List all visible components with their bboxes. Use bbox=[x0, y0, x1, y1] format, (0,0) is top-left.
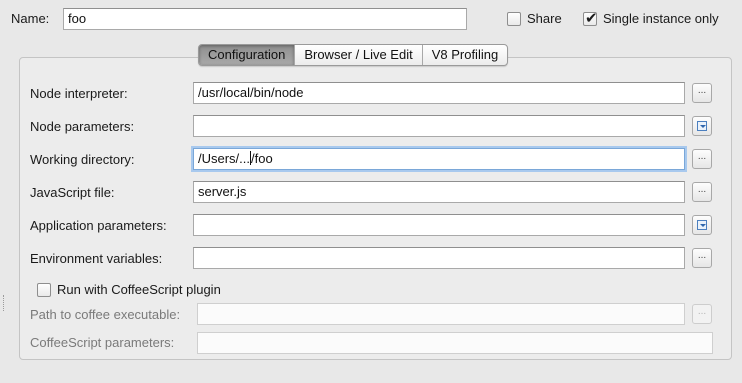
expand-icon bbox=[697, 220, 707, 230]
coffeescript-plugin-label[interactable]: Run with CoffeeScript plugin bbox=[57, 282, 221, 297]
coffee-executable-browse-button[interactable]: ... bbox=[692, 304, 712, 324]
tab-bar: Configuration Browser / Live Edit V8 Pro… bbox=[198, 44, 509, 66]
tab-v8-profiling[interactable]: V8 Profiling bbox=[421, 45, 507, 65]
working-directory-label: Working directory: bbox=[30, 152, 135, 167]
coffee-executable-label: Path to coffee executable: bbox=[30, 307, 181, 322]
node-interpreter-browse-button[interactable]: ... bbox=[692, 83, 712, 103]
application-parameters-input[interactable] bbox=[193, 214, 685, 236]
ellipsis-icon: ... bbox=[697, 85, 707, 96]
share-checkbox[interactable] bbox=[507, 12, 521, 26]
javascript-file-input[interactable]: server.js bbox=[193, 181, 685, 203]
application-parameters-expand-button[interactable] bbox=[692, 215, 712, 235]
working-directory-browse-button[interactable]: ... bbox=[692, 149, 712, 169]
coffeescript-parameters-input[interactable] bbox=[197, 332, 713, 354]
application-parameters-label: Application parameters: bbox=[30, 218, 167, 233]
working-directory-suffix: /foo bbox=[251, 151, 273, 166]
single-instance-checkbox[interactable] bbox=[583, 9, 598, 27]
ellipsis-icon: ... bbox=[697, 151, 707, 162]
environment-variables-label: Environment variables: bbox=[30, 251, 163, 266]
javascript-file-browse-button[interactable]: ... bbox=[692, 182, 712, 202]
ellipsis-icon: ... bbox=[697, 184, 707, 195]
working-directory-input[interactable]: /Users/.../foo bbox=[193, 148, 685, 170]
environment-variables-input[interactable] bbox=[193, 247, 685, 269]
tab-configuration[interactable]: Configuration bbox=[199, 45, 295, 65]
coffee-executable-input[interactable] bbox=[197, 303, 685, 325]
ellipsis-icon: ... bbox=[697, 306, 707, 317]
node-interpreter-input[interactable]: /usr/local/bin/node bbox=[193, 82, 685, 104]
node-interpreter-label: Node interpreter: bbox=[30, 86, 128, 101]
javascript-file-label: JavaScript file: bbox=[30, 185, 115, 200]
working-directory-prefix: /Users/... bbox=[198, 151, 251, 166]
tab-browser-live-edit[interactable]: Browser / Live Edit bbox=[294, 45, 421, 65]
name-label: Name: bbox=[11, 11, 50, 26]
single-instance-label[interactable]: Single instance only bbox=[603, 11, 719, 26]
node-parameters-input[interactable] bbox=[193, 115, 685, 137]
expand-icon bbox=[697, 121, 707, 131]
resize-grip[interactable] bbox=[3, 295, 6, 311]
name-input[interactable]: foo bbox=[63, 8, 467, 30]
coffeescript-parameters-label: CoffeeScript parameters: bbox=[30, 335, 175, 350]
node-parameters-expand-button[interactable] bbox=[692, 116, 712, 136]
node-parameters-label: Node parameters: bbox=[30, 119, 135, 134]
environment-variables-browse-button[interactable]: ... bbox=[692, 248, 712, 268]
coffeescript-plugin-checkbox[interactable] bbox=[37, 283, 51, 297]
share-label[interactable]: Share bbox=[527, 11, 562, 26]
ellipsis-icon: ... bbox=[697, 250, 707, 261]
